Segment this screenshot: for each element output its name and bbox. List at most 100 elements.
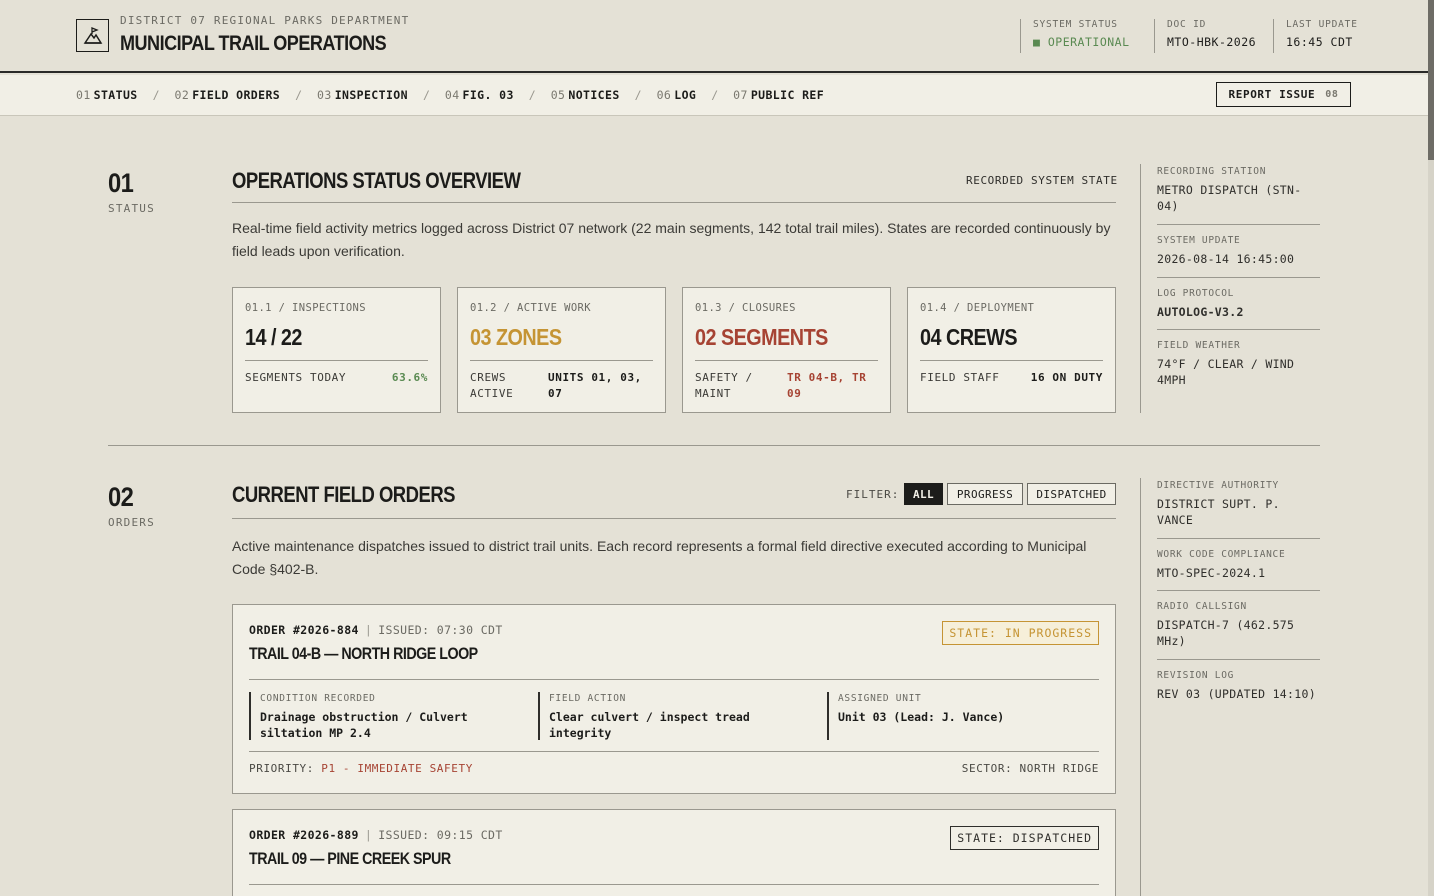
order-id-separator: | (364, 623, 373, 637)
detail-label: FIELD ACTION (549, 693, 627, 704)
side-rule (1157, 659, 1320, 660)
last-update-value: 16:45 CDT (1286, 35, 1353, 49)
report-issue-button[interactable]: REPORT ISSUE 08 (1216, 82, 1351, 107)
filter-label: FILTER: (846, 488, 900, 501)
side-revision-log: REVISION LOG REV 03 (UPDATED 14:10) (1157, 670, 1320, 702)
mountain-flag-icon (83, 26, 102, 44)
card-rule (920, 360, 1103, 361)
status-badge: STATE: IN PROGRESS (942, 621, 1099, 645)
condition-recorded: CONDITION RECORDED Drainage obstruction … (249, 692, 519, 740)
order-priority: PRIORITY: P1 - IMMEDIATE SAFETY (249, 762, 473, 775)
side-value: DISTRICT SUPT. P. VANCE (1157, 497, 1280, 527)
logo (76, 19, 109, 52)
metric-label: 01.2 / ACTIVE WORK (470, 302, 591, 314)
side-label: REVISION LOG (1157, 670, 1235, 681)
side-rule (1157, 538, 1320, 539)
detail-value: Drainage obstruction / Culvert siltation… (260, 710, 468, 740)
priority-value: P1 - IMMEDIATE SAFETY (321, 762, 473, 775)
nav-item-inspection[interactable]: 03 INSPECTION (317, 88, 408, 102)
side-label: FIELD WEATHER (1157, 340, 1241, 351)
order-id-line: ORDER #2026-884 | ISSUED: 07:30 CDT (249, 623, 503, 637)
side-rule (1157, 277, 1320, 278)
side-label: LOG PROTOCOL (1157, 288, 1235, 299)
filter-progress-button[interactable]: PROGRESS (947, 483, 1023, 505)
side-panel-divider (1140, 164, 1141, 413)
order-rule (249, 884, 1099, 885)
side-value: AUTOLOG-V3.2 (1157, 305, 1244, 319)
nav-item-notices[interactable]: 05 NOTICES (551, 88, 620, 102)
side-value: MTO-SPEC-2024.1 (1157, 566, 1266, 580)
doc-id: DOC ID MTO-HBK-2026 (1154, 19, 1256, 53)
app-header: DISTRICT 07 REGIONAL PARKS DEPARTMENT MU… (0, 0, 1428, 73)
side-field-weather: FIELD WEATHER 74°F / CLEAR / WIND 4MPH (1157, 340, 1320, 388)
side-system-update: SYSTEM UPDATE 2026-08-14 16:45:00 (1157, 235, 1320, 267)
side-value: DISPATCH-7 (462.575 MHz) (1157, 618, 1295, 648)
order-trail-name: TRAIL 09 — PINE CREEK SPUR (249, 849, 451, 868)
side-value: 2026-08-14 16:45:00 (1157, 252, 1295, 266)
order-sector: SECTOR: NORTH RIDGE (961, 762, 1099, 775)
side-label: RECORDING STATION (1157, 166, 1267, 177)
side-value: METRO DISPATCH (STN-04) (1157, 183, 1302, 213)
card-rule (245, 360, 428, 361)
app-title: MUNICIPAL TRAIL OPERATIONS (120, 32, 387, 55)
filter-all-button[interactable]: ALL (904, 483, 943, 505)
metric-label: 01.1 / INSPECTIONS (245, 302, 366, 314)
side-rule (1157, 329, 1320, 330)
section-title: CURRENT FIELD ORDERS (232, 482, 455, 507)
report-issue-label: REPORT ISSUE (1228, 88, 1316, 101)
section-description: Real-time field activity metrics logged … (232, 220, 1111, 259)
nav-item-log[interactable]: 06 LOG (657, 88, 697, 102)
system-status: SYSTEM STATUS ■ OPERATIONAL (1020, 19, 1130, 53)
metric-foot-value: UNITS 01, 03, 07 (548, 371, 642, 400)
side-rule (1157, 590, 1320, 591)
side-label: RADIO CALLSIGN (1157, 601, 1247, 612)
metric-foot-label: FIELD STAFF (920, 371, 1000, 384)
detail-label: ASSIGNED UNIT (838, 693, 922, 704)
section-tag: STATUS (108, 202, 155, 215)
metric-label: 01.4 / DEPLOYMENT (920, 302, 1035, 314)
detail-value: Clear culvert / inspect tread integrity (549, 710, 750, 740)
status-badge: STATE: DISPATCHED (950, 826, 1099, 850)
nav-item-field-orders[interactable]: 02 FIELD ORDERS (175, 88, 281, 102)
system-status-value: ■ OPERATIONAL (1033, 35, 1130, 49)
metric-value: 03 ZONES (470, 324, 562, 350)
metric-foot-label: SAFETY / MAINT (695, 371, 753, 400)
nav-item-fig-03[interactable]: 04 FIG. 03 (445, 88, 514, 102)
nav-separator: / (528, 88, 536, 102)
department-name: DISTRICT 07 REGIONAL PARKS DEPARTMENT (120, 14, 410, 27)
section-tag: ORDERS (108, 516, 155, 529)
metric-card-active-work: 01.2 / ACTIVE WORK 03 ZONES CREWS ACTIVE… (457, 287, 666, 413)
side-value: REV 03 (UPDATED 14:10) (1157, 687, 1316, 701)
side-recording-station: RECORDING STATION METRO DISPATCH (STN-04… (1157, 166, 1320, 214)
assigned-unit: ASSIGNED UNIT Unit 03 (Lead: J. Vance) (827, 692, 1097, 740)
section-rule (232, 518, 1116, 519)
side-label: SYSTEM UPDATE (1157, 235, 1241, 246)
metric-foot-value: 16 ON DUTY (1030, 371, 1103, 384)
order-card[interactable]: ORDER #2026-884 | ISSUED: 07:30 CDT TRAIL … (232, 604, 1116, 794)
metric-value: 14 / 22 (245, 324, 302, 350)
side-panel-divider (1140, 478, 1141, 896)
nav-item-public-ref[interactable]: 07 PUBLIC REF (733, 88, 824, 102)
metric-value: 04 CREWS (920, 324, 1018, 350)
scrollbar-thumb[interactable] (1428, 0, 1434, 160)
nav-separator: / (295, 88, 303, 102)
card-rule (470, 360, 653, 361)
page-scrollbar[interactable] (1428, 0, 1434, 896)
order-issued: ISSUED: 09:15 CDT (378, 828, 503, 842)
field-action: FIELD ACTION Clear culvert / inspect tre… (538, 692, 808, 740)
section-description: Active maintenance dispatches issued to … (232, 538, 1087, 577)
nav-item-status[interactable]: 01 STATUS (76, 88, 138, 102)
order-id: ORDER #2026-884 (249, 623, 359, 637)
last-update-label: LAST UPDATE (1286, 19, 1358, 30)
side-work-code: WORK CODE COMPLIANCE MTO-SPEC-2024.1 (1157, 549, 1320, 581)
nav-separator: / (152, 88, 160, 102)
filter-dispatched-button[interactable]: DISPATCHED (1027, 483, 1116, 505)
section-title: OPERATIONS STATUS OVERVIEW (232, 168, 521, 193)
nav-separator: / (422, 88, 430, 102)
order-card[interactable]: ORDER #2026-889 | ISSUED: 09:15 CDT TRAIL … (232, 809, 1116, 896)
metric-foot-value: 63.6% (391, 371, 428, 384)
section-nav: 01 STATUS / 02 FIELD ORDERS / 03 INSPECTION… (0, 75, 1428, 116)
system-status-label: SYSTEM STATUS (1033, 19, 1118, 30)
order-id: ORDER #2026-889 (249, 828, 359, 842)
side-radio-callsign: RADIO CALLSIGN DISPATCH-7 (462.575 MHz) (1157, 601, 1320, 649)
